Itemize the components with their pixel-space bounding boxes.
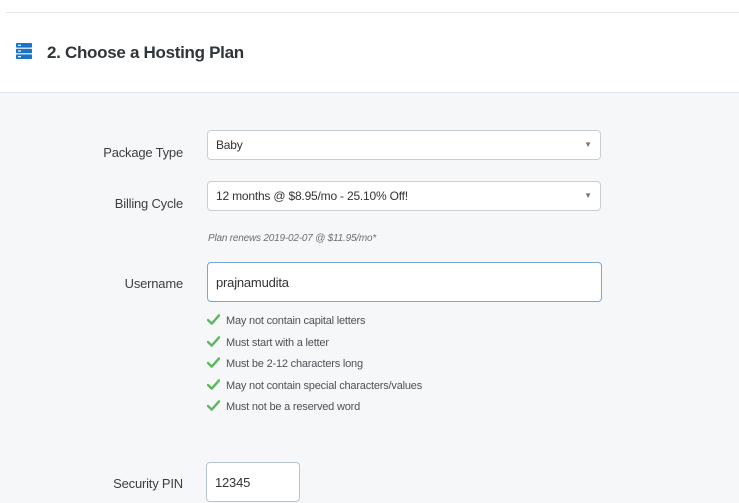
package-type-select[interactable]: Baby ▼ <box>207 130 601 160</box>
section-title: 2. Choose a Hosting Plan <box>47 43 244 62</box>
username-input[interactable] <box>207 262 602 302</box>
username-rules-list: May not contain capital letters Must sta… <box>207 314 422 422</box>
package-type-value: Baby <box>216 138 243 152</box>
username-label: Username <box>124 276 184 291</box>
username-rule-text: May not contain capital letters <box>226 315 366 327</box>
check-icon <box>207 378 220 390</box>
billing-cycle-value: 12 months @ $8.95/mo - 25.10% Off! <box>216 189 408 203</box>
username-rule-text: May not contain special characters/value… <box>226 379 423 392</box>
plan-renewal-note: Plan renews 2019-02-07 @ $11.95/mo* <box>208 233 377 244</box>
billing-cycle-label: Billing Cycle <box>114 196 183 211</box>
check-icon <box>207 314 220 325</box>
security-pin-input[interactable] <box>206 462 300 502</box>
username-rule: May not contain capital letters <box>207 314 422 336</box>
username-rule-text: Must be 2-12 characters long <box>226 358 363 370</box>
security-pin-label: Security PIN <box>113 476 183 491</box>
section-header: 2. Choose a Hosting Plan <box>0 13 739 93</box>
username-rule-text: Must start with a letter <box>226 336 329 349</box>
billing-cycle-select[interactable]: 12 months @ $8.95/mo - 25.10% Off! ▼ <box>207 181 601 211</box>
chevron-down-icon: ▼ <box>584 140 592 149</box>
chevron-down-icon: ▼ <box>584 191 592 200</box>
server-icon <box>16 43 32 59</box>
check-icon <box>207 357 220 368</box>
username-rule: Must be 2-12 characters long <box>207 357 422 379</box>
package-type-label: Package Type <box>103 145 183 160</box>
check-icon <box>207 400 220 411</box>
username-rule: May not contain special characters/value… <box>207 378 423 401</box>
username-rule-text: Must not be a reserved word <box>226 401 361 413</box>
username-rule: Must start with a letter <box>207 335 422 358</box>
username-rule: Must not be a reserved word <box>207 400 422 422</box>
hosting-plan-page: 2. Choose a Hosting Plan Package Type Ba… <box>0 0 739 503</box>
check-icon <box>207 335 220 347</box>
